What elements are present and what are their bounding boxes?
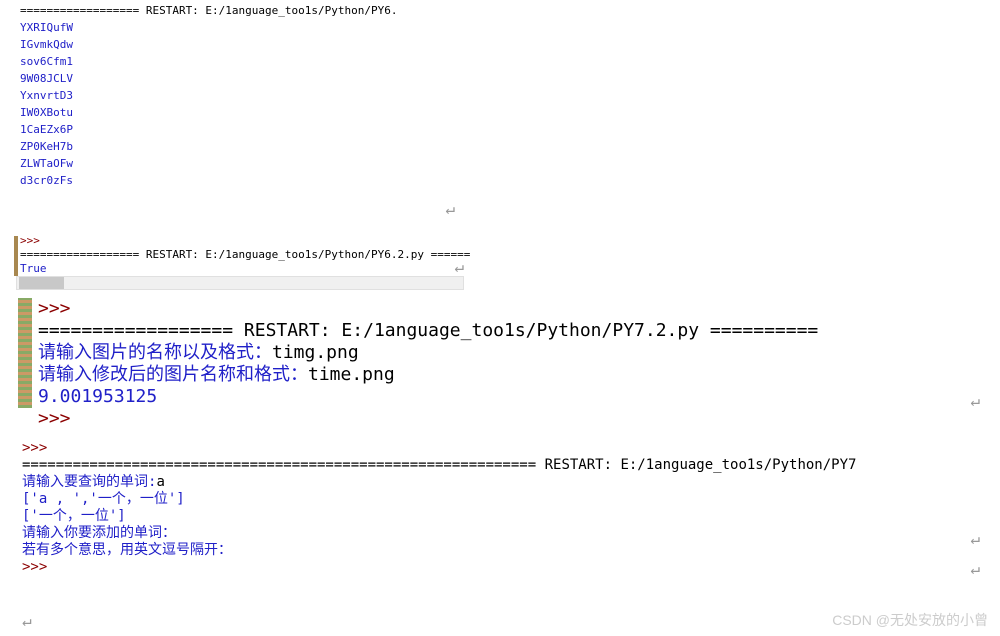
- output-line: YXRIQufW: [20, 19, 1000, 36]
- enter-icon: ↵: [445, 200, 455, 217]
- watermark: CSDN @无处安放的小曾: [832, 610, 988, 630]
- output-number: 9.001953125: [38, 386, 1000, 408]
- input-value: timg.png: [272, 342, 359, 363]
- console-block-3: >>> ================== RESTART: E:/1angu…: [0, 290, 1000, 430]
- output-line: ZP0KeH7b: [20, 138, 1000, 155]
- input-prompt-label: 请输入你要添加的单词：: [22, 525, 1000, 542]
- input-prompt-label: 请输入图片的名称以及格式：: [38, 342, 272, 363]
- scrollbar-thumb[interactable]: [19, 277, 64, 289]
- restart-line: ================== RESTART: E:/1anguage_…: [20, 248, 1000, 262]
- input-prompt-label: 若有多个意思，用英文逗号隔开：: [22, 542, 1000, 559]
- output-line: d3cr0zFs: [20, 172, 1000, 189]
- output-line: 1CaEZx6P: [20, 121, 1000, 138]
- prompt: >>>: [38, 298, 71, 319]
- side-marker: [18, 298, 32, 408]
- prompt: >>>: [22, 559, 47, 575]
- output-line: True: [20, 262, 1000, 276]
- restart-line: ========================================…: [22, 457, 1000, 474]
- console-block-1: ================== RESTART: E:/1anguage_…: [0, 0, 1000, 230]
- output-line: IW0XBotu: [20, 104, 1000, 121]
- enter-icon: ↵: [970, 390, 980, 412]
- enter-icon: ↵: [22, 611, 32, 630]
- input-prompt-label: 请输入修改后的图片名称和格式：: [38, 364, 308, 385]
- output-line: 9W08JCLV: [20, 70, 1000, 87]
- output-list: ['一个，一位']: [22, 508, 1000, 525]
- enter-icon: ↵: [970, 530, 980, 547]
- horizontal-scrollbar[interactable]: [16, 276, 464, 290]
- input-value: time.png: [308, 364, 395, 385]
- console-block-4: >>> ====================================…: [0, 430, 1000, 570]
- output-list: ['a , ','一个，一位']: [22, 491, 1000, 508]
- output-line: IGvmkQdw: [20, 36, 1000, 53]
- output-line: sov6Cfm1: [20, 53, 1000, 70]
- prompt: >>>: [22, 440, 47, 456]
- restart-line: ================== RESTART: E:/1anguage_…: [20, 2, 1000, 19]
- input-prompt-label: 请输入要查询的单词:: [22, 474, 156, 490]
- prompt: >>>: [20, 234, 1000, 248]
- prompt: >>>: [38, 408, 71, 429]
- input-value: a: [156, 474, 164, 490]
- console-block-2: >>> ================== RESTART: E:/1angu…: [0, 230, 1000, 290]
- enter-icon: ↵: [454, 260, 464, 274]
- output-line: YxnvrtD3: [20, 87, 1000, 104]
- output-line: ZLWTaOFw: [20, 155, 1000, 172]
- enter-icon: ↵: [970, 560, 980, 577]
- restart-line: ================== RESTART: E:/1anguage_…: [38, 320, 1000, 342]
- side-marker: [14, 236, 18, 276]
